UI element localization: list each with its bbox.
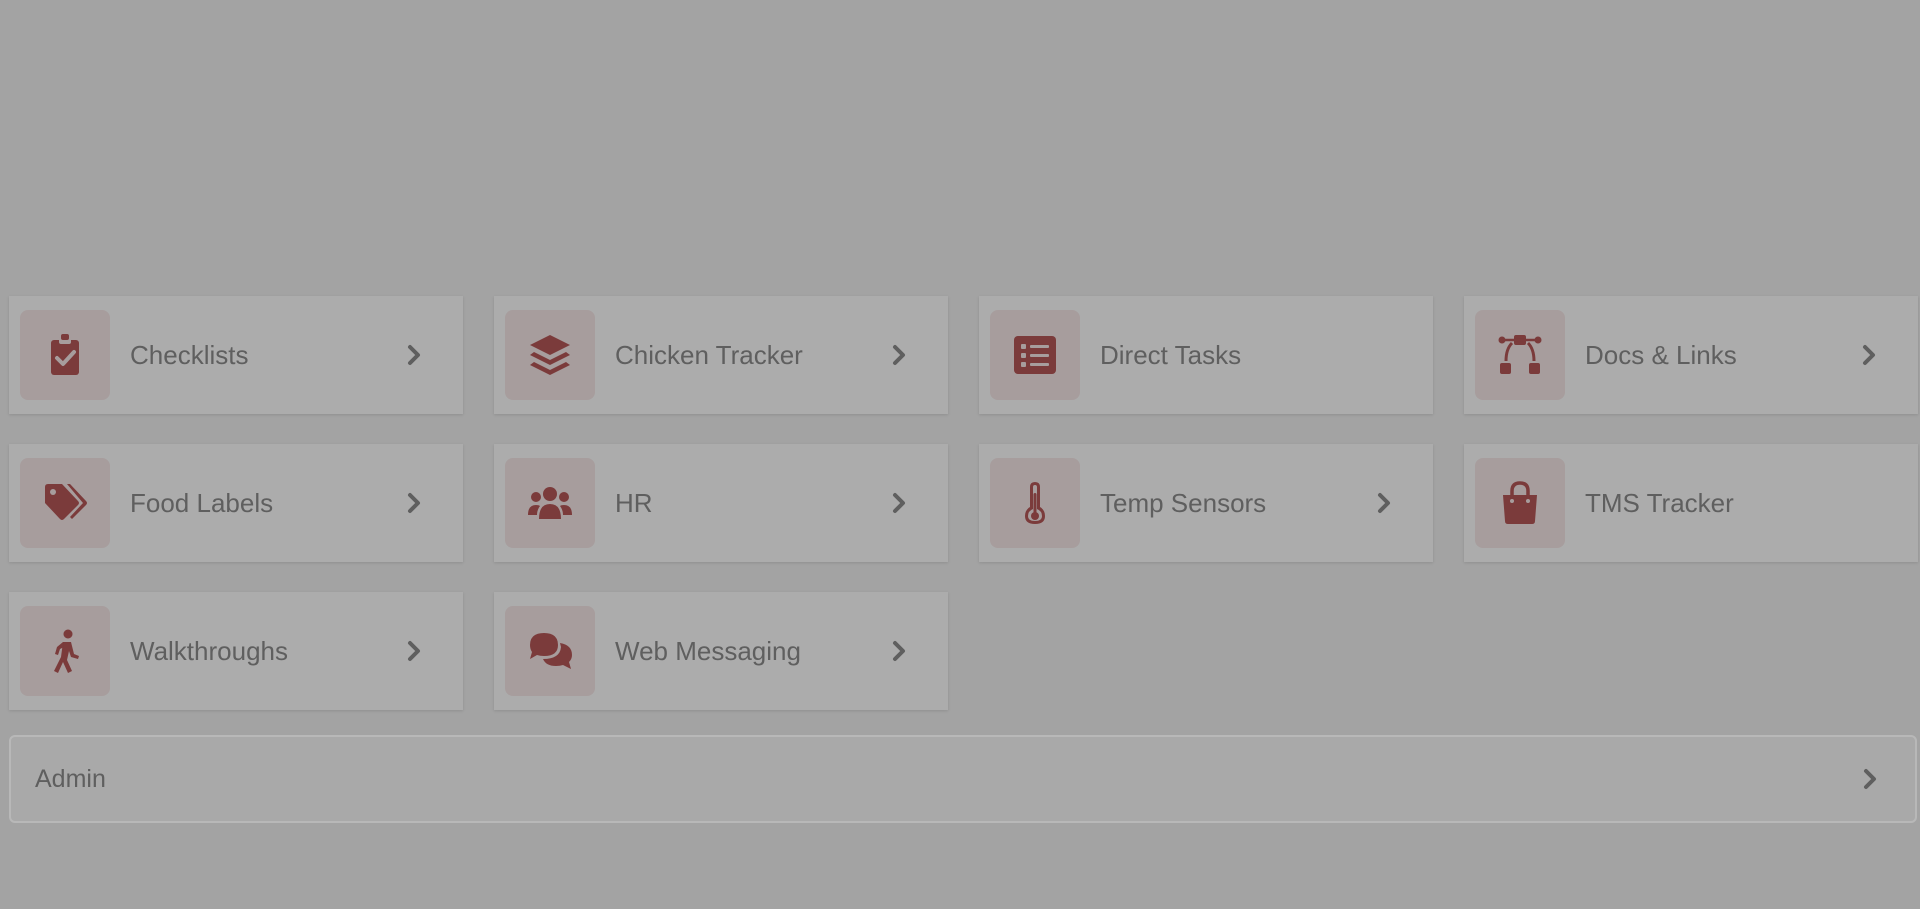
module-tile-chicken-tracker[interactable]: Chicken Tracker <box>494 296 948 414</box>
module-label: Temp Sensors <box>1100 487 1267 518</box>
module-label: Web Messaging <box>615 635 801 666</box>
admin-section-button[interactable]: Admin <box>9 735 1917 823</box>
chevron-right-icon <box>405 343 423 367</box>
module-tile-walkthroughs[interactable]: Walkthroughs <box>9 592 463 710</box>
module-tile-docs-links[interactable]: Docs & Links <box>1464 296 1918 414</box>
bezier-curve-icon <box>1475 310 1565 400</box>
admin-label: Admin <box>35 764 106 793</box>
module-label: Chicken Tracker <box>615 339 803 370</box>
module-label: Walkthroughs <box>130 635 288 666</box>
person-walking-icon <box>20 606 110 696</box>
module-label: TMS Tracker <box>1585 487 1734 518</box>
thermometer-icon <box>990 458 1080 548</box>
users-icon <box>505 458 595 548</box>
shopping-bag-icon <box>1475 458 1565 548</box>
chevron-right-icon <box>890 491 908 515</box>
module-tile-hr[interactable]: HR <box>494 444 948 562</box>
chevron-right-icon <box>890 639 908 663</box>
chevron-right-icon <box>1860 343 1878 367</box>
chevron-right-icon <box>1861 767 1879 791</box>
module-tile-tms-tracker[interactable]: TMS Tracker <box>1464 444 1918 562</box>
chevron-right-icon <box>405 491 423 515</box>
chevron-right-icon <box>1375 491 1393 515</box>
comments-icon <box>505 606 595 696</box>
chevron-right-icon <box>405 639 423 663</box>
module-label: Checklists <box>130 339 249 370</box>
module-tile-web-messaging[interactable]: Web Messaging <box>494 592 948 710</box>
module-grid: Checklists Chicken Tracker Direct Tasks … <box>9 296 1920 710</box>
clipboard-check-icon <box>20 310 110 400</box>
module-tile-direct-tasks[interactable]: Direct Tasks <box>979 296 1433 414</box>
tags-icon <box>20 458 110 548</box>
module-label: Docs & Links <box>1585 339 1737 370</box>
module-tile-checklists[interactable]: Checklists <box>9 296 463 414</box>
module-label: Food Labels <box>130 487 274 518</box>
modal-backdrop-page: Checklists Chicken Tracker Direct Tasks … <box>0 0 1920 909</box>
module-label: HR <box>615 487 653 518</box>
module-tile-temp-sensors[interactable]: Temp Sensors <box>979 444 1433 562</box>
module-label: Direct Tasks <box>1100 339 1242 370</box>
list-icon <box>990 310 1080 400</box>
module-tile-food-labels[interactable]: Food Labels <box>9 444 463 562</box>
layers-icon <box>505 310 595 400</box>
chevron-right-icon <box>890 343 908 367</box>
